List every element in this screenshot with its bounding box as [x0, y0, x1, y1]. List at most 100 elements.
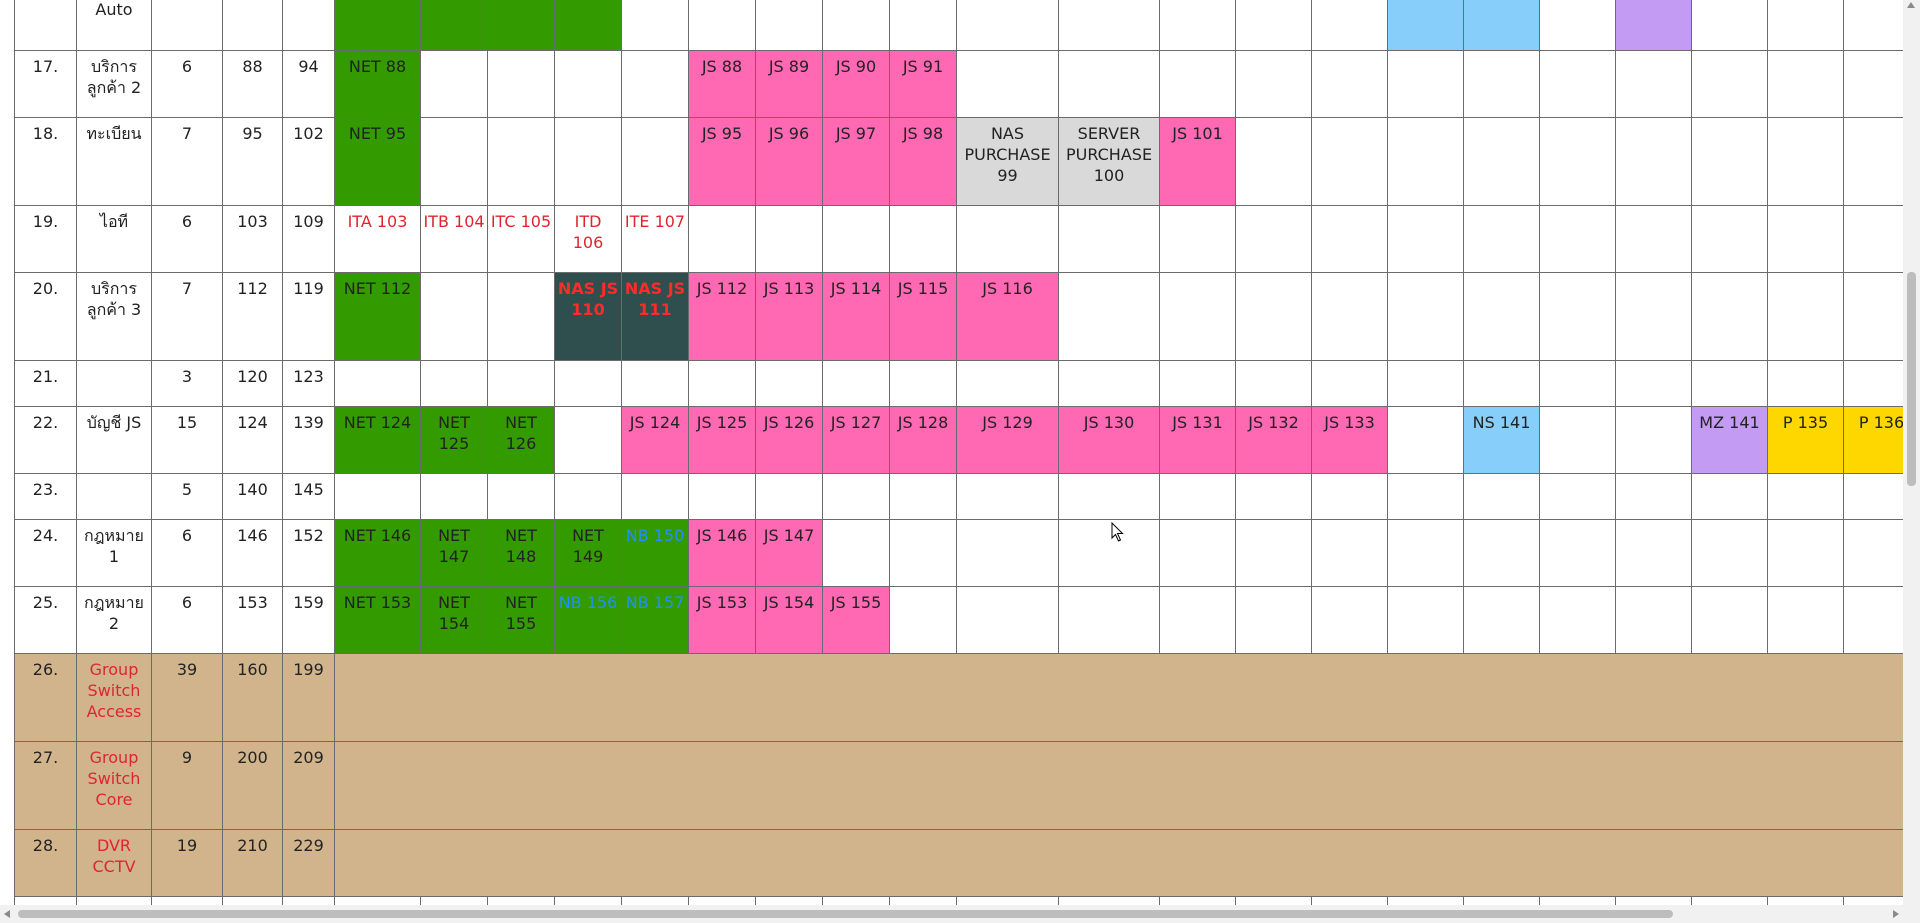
vertical-scrollbar[interactable]	[1903, 0, 1920, 905]
data-cell[interactable]: MZ 141	[1691, 406, 1768, 474]
data-cell[interactable]: JS 131	[1159, 406, 1236, 474]
row-number-cell[interactable]: 21.	[14, 360, 77, 407]
data-cell[interactable]	[1387, 586, 1464, 654]
row-number-cell[interactable]: 18.	[14, 117, 77, 206]
data-cell[interactable]	[1615, 272, 1692, 361]
data-cell[interactable]	[688, 0, 756, 51]
data-cell[interactable]	[554, 406, 622, 474]
data-cell[interactable]	[1159, 272, 1236, 361]
row-number-cell[interactable]: 23.	[14, 473, 77, 520]
data-cell[interactable]: SERVER PURCHASE 100	[1058, 117, 1160, 206]
data-cell[interactable]	[1235, 0, 1312, 51]
data-cell[interactable]: 210	[222, 829, 283, 897]
data-cell[interactable]: JS 89	[755, 50, 823, 118]
data-cell[interactable]	[420, 272, 488, 361]
data-cell[interactable]	[621, 117, 689, 206]
data-cell[interactable]: 159	[282, 586, 335, 654]
data-cell[interactable]	[151, 0, 223, 51]
data-cell[interactable]	[487, 473, 555, 520]
row-number-cell[interactable]: 25.	[14, 586, 77, 654]
data-cell[interactable]: NET 95	[334, 117, 421, 206]
data-cell[interactable]	[1691, 519, 1768, 587]
data-cell[interactable]: 120	[222, 360, 283, 407]
data-cell[interactable]: JS 130	[1058, 406, 1160, 474]
data-cell[interactable]	[1235, 473, 1312, 520]
row-number-cell[interactable]: 28.	[14, 829, 77, 897]
data-cell[interactable]: P 135	[1767, 406, 1844, 474]
data-cell[interactable]	[1615, 519, 1692, 587]
data-cell[interactable]	[282, 0, 335, 51]
data-cell[interactable]: 153	[222, 586, 283, 654]
data-cell[interactable]	[688, 896, 756, 905]
data-cell[interactable]	[1058, 896, 1160, 905]
department-cell[interactable]: บัญชี JS	[76, 406, 152, 474]
data-cell[interactable]: NET 146	[334, 519, 421, 587]
data-cell[interactable]: NAS JS 111	[621, 272, 689, 361]
data-cell[interactable]	[1691, 205, 1768, 273]
data-cell[interactable]: 84	[487, 0, 555, 51]
data-cell[interactable]: 5	[151, 473, 223, 520]
data-cell[interactable]: 209	[282, 741, 335, 830]
data-cell[interactable]	[1843, 896, 1903, 905]
data-cell[interactable]: NET 155	[487, 586, 555, 654]
data-cell[interactable]: JS 153	[688, 586, 756, 654]
data-cell[interactable]	[1058, 50, 1160, 118]
data-cell[interactable]	[956, 360, 1059, 407]
data-cell[interactable]: 139	[282, 406, 335, 474]
data-cell[interactable]	[1539, 205, 1616, 273]
data-cell[interactable]	[1843, 50, 1903, 118]
data-cell[interactable]: 7	[151, 117, 223, 206]
data-cell[interactable]: 146	[222, 519, 283, 587]
data-cell[interactable]	[1159, 50, 1236, 118]
data-cell[interactable]	[1387, 205, 1464, 273]
data-cell[interactable]	[822, 519, 890, 587]
data-cell[interactable]: JS 113	[755, 272, 823, 361]
data-cell[interactable]: JS 125	[688, 406, 756, 474]
data-cell[interactable]	[1463, 272, 1540, 361]
data-cell[interactable]	[1311, 519, 1388, 587]
data-cell[interactable]	[1311, 586, 1388, 654]
data-cell[interactable]	[1311, 117, 1388, 206]
department-cell[interactable]: บริการ ลูกค้า 3	[76, 272, 152, 361]
data-cell[interactable]: NET 126	[487, 406, 555, 474]
data-cell[interactable]: NB 156	[554, 586, 622, 654]
data-cell[interactable]: NET 148	[487, 519, 555, 587]
data-cell[interactable]: JS 97	[822, 117, 890, 206]
data-cell[interactable]	[1615, 896, 1692, 905]
data-cell[interactable]	[1539, 50, 1616, 118]
data-cell[interactable]: JS 126	[755, 406, 823, 474]
data-cell[interactable]	[1463, 0, 1540, 51]
data-cell[interactable]	[1843, 586, 1903, 654]
data-cell[interactable]	[1539, 406, 1616, 474]
data-cell[interactable]	[1691, 473, 1768, 520]
data-cell[interactable]	[1767, 205, 1844, 273]
data-cell[interactable]	[621, 0, 689, 51]
data-cell[interactable]	[420, 473, 488, 520]
data-cell[interactable]	[1463, 586, 1540, 654]
data-cell[interactable]: NET 153	[334, 586, 421, 654]
data-cell[interactable]: NB 157	[621, 586, 689, 654]
data-cell[interactable]	[956, 50, 1059, 118]
data-cell[interactable]	[1058, 205, 1160, 273]
data-cell[interactable]	[1235, 586, 1312, 654]
department-cell[interactable]: Group Switch Core	[76, 741, 152, 830]
data-cell[interactable]	[755, 896, 823, 905]
data-cell[interactable]	[1387, 896, 1464, 905]
row-number-cell[interactable]: 27.	[14, 741, 77, 830]
data-cell[interactable]	[956, 586, 1059, 654]
data-cell[interactable]: 88	[222, 50, 283, 118]
data-cell[interactable]	[1159, 586, 1236, 654]
data-cell[interactable]: 7	[151, 272, 223, 361]
data-cell[interactable]: NET 88	[334, 50, 421, 118]
data-cell[interactable]	[822, 0, 890, 51]
data-cell[interactable]	[1463, 205, 1540, 273]
data-cell[interactable]	[1691, 360, 1768, 407]
data-cell[interactable]	[1539, 0, 1616, 51]
spreadsheet-viewport[interactable]: สอบ Auto83848514217.บริการ ลูกค้า 268894…	[0, 0, 1903, 905]
data-cell[interactable]	[1387, 473, 1464, 520]
data-cell[interactable]	[889, 586, 957, 654]
data-cell[interactable]	[334, 360, 421, 407]
data-cell[interactable]	[334, 473, 421, 520]
data-cell[interactable]	[1691, 0, 1768, 51]
data-cell[interactable]	[1159, 0, 1236, 51]
